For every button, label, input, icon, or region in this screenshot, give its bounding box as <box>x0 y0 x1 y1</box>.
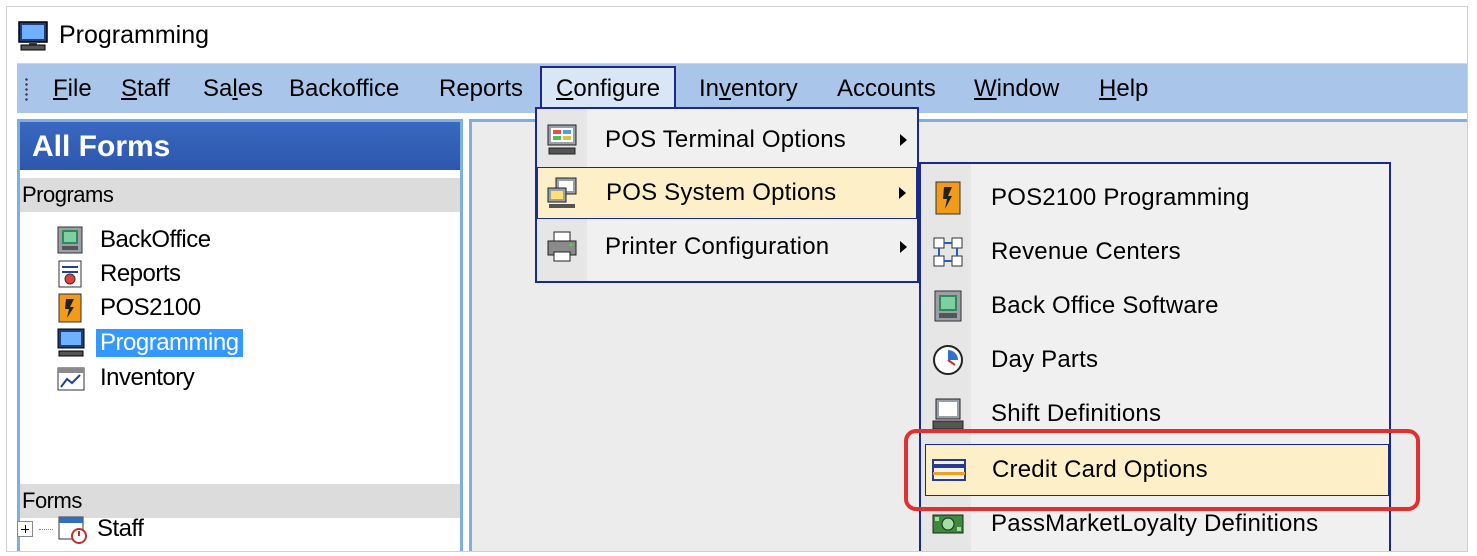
reports-icon <box>58 260 82 288</box>
menu-configure[interactable]: Configure <box>540 66 677 111</box>
menu-window[interactable]: Window <box>960 66 1073 111</box>
terminal-icon <box>547 124 577 155</box>
revenue-centers-icon <box>933 237 963 267</box>
menu-sales[interactable]: Sales <box>189 66 277 111</box>
window-title: Programming <box>59 21 210 49</box>
program-item-reports[interactable]: Reports <box>56 258 185 290</box>
menu-accounts[interactable]: Accounts <box>823 66 950 111</box>
submenu-arrow-icon <box>900 134 907 146</box>
backoffice-icon <box>57 226 83 254</box>
programs-section-header: Programs <box>20 178 460 212</box>
monitor-icon <box>18 21 48 51</box>
highlight-callout <box>904 429 1420 511</box>
menu-item-day-parts[interactable]: Day Parts <box>921 334 1389 386</box>
inventory-icon <box>57 367 85 391</box>
expand-icon[interactable] <box>17 521 33 537</box>
title-bar: Programming <box>7 7 1467 63</box>
pos2100-icon <box>58 293 82 323</box>
menu-backoffice[interactable]: Backoffice <box>275 66 413 111</box>
menu-file[interactable]: File <box>39 66 106 111</box>
tree-item-staff[interactable]: Staff <box>17 512 144 546</box>
menu-bar: File Staff Sales Backoffice Reports Conf… <box>17 63 1467 113</box>
toolbar-grip[interactable] <box>25 77 28 103</box>
backoffice-icon <box>934 290 962 322</box>
staff-icon <box>58 516 87 544</box>
menu-item-pos2100-programming[interactable]: POS2100 Programming <box>921 172 1389 224</box>
shift-icon <box>932 398 964 430</box>
loyalty-icon <box>932 514 964 534</box>
menu-item-pos-system-options[interactable]: POS System Options <box>537 167 917 219</box>
menu-help[interactable]: Help <box>1085 66 1162 111</box>
menu-inventory[interactable]: Inventory <box>685 66 812 111</box>
pane-title: All Forms <box>20 122 460 170</box>
all-forms-pane: All Forms Programs BackOffice Reports PO… <box>17 119 463 551</box>
printer-icon <box>547 231 577 262</box>
menu-staff[interactable]: Staff <box>107 66 184 111</box>
configure-dropdown: POS Terminal Options POS System Options … <box>535 107 919 283</box>
menu-item-revenue-centers[interactable]: Revenue Centers <box>921 226 1389 278</box>
program-item-programming[interactable]: Programming <box>56 327 243 359</box>
system-icon <box>547 177 577 208</box>
monitor-icon <box>57 328 85 357</box>
menu-item-pos-terminal-options[interactable]: POS Terminal Options <box>537 114 917 166</box>
pos2100-icon <box>935 181 961 215</box>
program-item-backoffice[interactable]: BackOffice <box>56 224 215 256</box>
program-item-inventory[interactable]: Inventory <box>56 362 198 394</box>
submenu-arrow-icon <box>899 187 906 199</box>
submenu-arrow-icon <box>900 241 907 253</box>
program-item-pos2100[interactable]: POS2100 <box>56 292 205 324</box>
menu-item-back-office-software[interactable]: Back Office Software <box>921 280 1389 332</box>
menu-item-printer-configuration[interactable]: Printer Configuration <box>537 221 917 273</box>
menu-file-label: ile <box>67 75 92 102</box>
application-window: Programming File Staff Sales Backoffice … <box>6 6 1468 552</box>
clock-icon <box>933 345 963 375</box>
menu-reports[interactable]: Reports <box>425 66 537 111</box>
